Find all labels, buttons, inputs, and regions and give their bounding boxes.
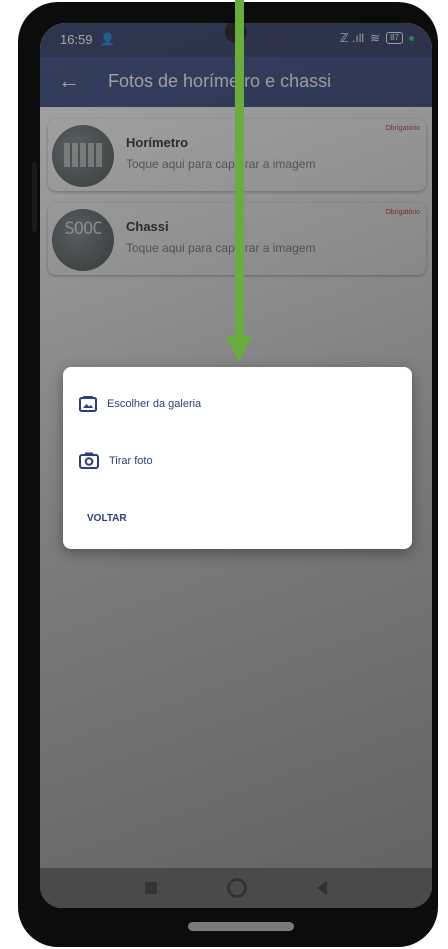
page-title: Fotos de horímetro e chassi — [108, 71, 332, 91]
recents-icon[interactable] — [145, 882, 157, 894]
person-location-icon: 👤 — [100, 32, 115, 46]
gallery-option[interactable]: Escolher da galeria — [79, 396, 201, 412]
system-nav-bar — [40, 868, 432, 908]
home-gesture-pill[interactable] — [188, 922, 294, 931]
back-arrow-icon[interactable]: ← — [58, 70, 80, 92]
battery-icon: 87 — [386, 32, 403, 44]
card-title: Horímetro — [126, 135, 189, 150]
status-icons: ℤ .ıll ≋ 87 — [340, 31, 414, 45]
required-badge: Obrigatório — [385, 125, 420, 132]
horimetro-thumbnail — [52, 125, 114, 187]
privacy-dot-icon — [409, 35, 414, 41]
cancel-button[interactable]: VOLTAR — [87, 513, 127, 524]
chassi-thumbnail: SOOC — [52, 209, 114, 271]
card-subtitle: Toque aqui para capturar a imagem — [126, 157, 316, 171]
image-source-dialog: Escolher da galeria Tirar foto VOLTAR — [63, 367, 412, 549]
home-icon[interactable] — [227, 878, 247, 898]
volume-button — [32, 162, 37, 232]
nav-back-icon[interactable] — [317, 881, 327, 895]
camera-label: Tirar foto — [109, 454, 153, 467]
signal-icon: ℤ .ıll — [339, 31, 365, 45]
camera-icon — [79, 452, 99, 469]
required-badge: Obrigatório — [385, 209, 420, 216]
thumb-text: SOOC — [64, 219, 103, 239]
camera-option[interactable]: Tirar foto — [79, 452, 153, 469]
card-subtitle: Toque aqui para capturar a imagem — [126, 241, 316, 255]
annotation-arrow-line — [235, 0, 244, 340]
wifi-icon: ≋ — [370, 31, 381, 45]
status-time: 16:59 — [60, 32, 93, 47]
card-title: Chassi — [126, 219, 169, 234]
gallery-label: Escolher da galeria — [107, 398, 202, 410]
annotation-arrow-head — [226, 336, 252, 362]
gallery-icon — [79, 396, 97, 412]
